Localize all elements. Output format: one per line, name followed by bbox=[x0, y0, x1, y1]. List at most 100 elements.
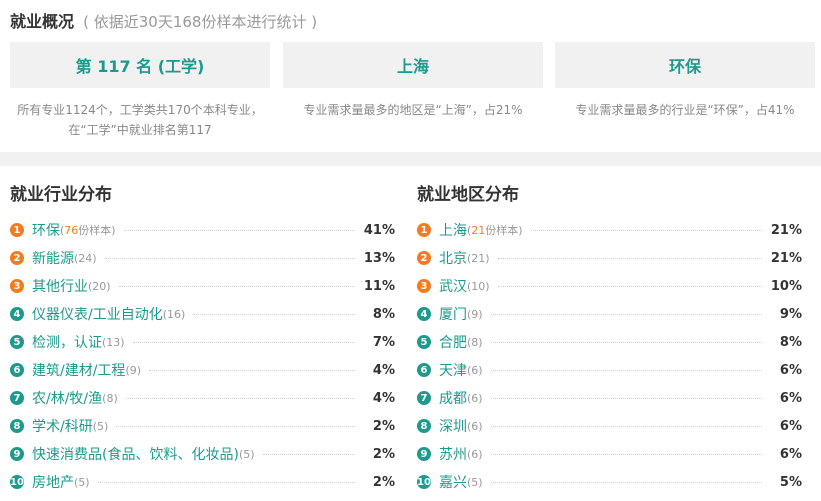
item-name-link[interactable]: 苏州 bbox=[439, 444, 467, 464]
sample-count: (10) bbox=[467, 279, 490, 293]
item-name-link[interactable]: 合肥 bbox=[439, 332, 467, 352]
rank-number-badge: 1 bbox=[417, 223, 431, 237]
rank-number-badge: 8 bbox=[417, 419, 431, 433]
list-item[interactable]: 5 合肥 (8) 8% bbox=[417, 328, 802, 356]
dotted-leader bbox=[132, 341, 355, 343]
item-name-link[interactable]: 学术/科研 bbox=[32, 416, 93, 436]
dotted-leader bbox=[118, 285, 355, 287]
dotted-leader bbox=[262, 453, 355, 455]
sample-count: (8) bbox=[467, 335, 483, 349]
list-item[interactable]: 4 仪器仪表/工业自动化 (16) 8% bbox=[10, 300, 395, 328]
percentage-value: 6% bbox=[779, 446, 802, 462]
dotted-leader bbox=[123, 229, 355, 231]
percentage-value: 11% bbox=[363, 278, 395, 294]
top-industry-description: 专业需求量最多的行业是“环保”，占41% bbox=[575, 103, 795, 117]
percentage-value: 2% bbox=[372, 446, 395, 462]
percentage-value: 2% bbox=[372, 418, 395, 434]
sample-count: (21份样本) bbox=[467, 224, 523, 237]
item-name-link[interactable]: 成都 bbox=[439, 388, 467, 408]
percentage-value: 6% bbox=[779, 390, 802, 406]
sample-count-value: 21 bbox=[471, 224, 486, 237]
percentage-value: 21% bbox=[770, 222, 802, 238]
list-item[interactable]: 6 天津 (6) 6% bbox=[417, 356, 802, 384]
item-name-link[interactable]: 厦门 bbox=[439, 304, 467, 324]
sample-count: (5) bbox=[238, 447, 255, 461]
section-divider bbox=[0, 152, 821, 166]
item-name-link[interactable]: 检测，认证 bbox=[32, 332, 102, 352]
dotted-leader bbox=[490, 341, 762, 343]
list-item[interactable]: 5 检测，认证 (13) 7% bbox=[10, 328, 395, 356]
list-item[interactable]: 3 武汉 (10) 10% bbox=[417, 272, 802, 300]
percentage-value: 10% bbox=[770, 278, 802, 294]
percentage-value: 8% bbox=[372, 306, 395, 322]
percentage-value: 6% bbox=[779, 362, 802, 378]
sample-count: (13) bbox=[102, 335, 125, 349]
list-item[interactable]: 2 新能源 (24) 13% bbox=[10, 244, 395, 272]
sample-count: (21) bbox=[467, 251, 490, 265]
sample-count-suffix: 份样本 bbox=[78, 224, 112, 237]
list-item[interactable]: 7 农/林/牧/渔 (8) 4% bbox=[10, 384, 395, 412]
top-region-card: 上海 bbox=[283, 42, 543, 88]
list-item[interactable]: 3 其他行业 (20) 11% bbox=[10, 272, 395, 300]
list-item[interactable]: 10 房地产 (5) 2% bbox=[10, 468, 395, 496]
rank-number-badge: 3 bbox=[417, 279, 431, 293]
item-name-link[interactable]: 嘉兴 bbox=[439, 472, 467, 492]
list-item[interactable]: 9 快速消费品(食品、饮料、化妆品) (5) 2% bbox=[10, 440, 395, 468]
dotted-leader bbox=[125, 397, 355, 399]
item-name-link[interactable]: 深圳 bbox=[439, 416, 467, 436]
overview-panel: 就业概况 ( 依据近30天168份样本进行统计 ) 第 117 名 (工学) 上… bbox=[0, 0, 821, 152]
list-item[interactable]: 1 环保 (76份样本) 41% bbox=[10, 216, 395, 244]
item-name-link[interactable]: 农/林/牧/渔 bbox=[32, 388, 102, 408]
rank-number-badge: 10 bbox=[417, 475, 431, 489]
list-item[interactable]: 8 深圳 (6) 6% bbox=[417, 412, 802, 440]
dotted-leader bbox=[490, 313, 762, 315]
item-name-link[interactable]: 仪器仪表/工业自动化 bbox=[32, 304, 163, 324]
list-item[interactable]: 7 成都 (6) 6% bbox=[417, 384, 802, 412]
rank-number-badge: 5 bbox=[10, 335, 24, 349]
percentage-value: 4% bbox=[372, 390, 395, 406]
dotted-leader bbox=[490, 453, 762, 455]
list-item[interactable]: 4 厦门 (9) 9% bbox=[417, 300, 802, 328]
region-title: 就业地区分布 bbox=[417, 185, 519, 205]
dotted-leader bbox=[490, 397, 762, 399]
dotted-leader bbox=[497, 257, 762, 259]
item-name-link[interactable]: 北京 bbox=[439, 248, 467, 268]
sample-count: (5) bbox=[467, 475, 483, 489]
overview-header: 就业概况 ( 依据近30天168份样本进行统计 ) bbox=[10, 8, 317, 32]
list-item[interactable]: 10 嘉兴 (5) 5% bbox=[417, 468, 802, 496]
item-name-link[interactable]: 上海 bbox=[439, 220, 467, 240]
item-name-link[interactable]: 武汉 bbox=[439, 276, 467, 296]
item-name-link[interactable]: 其他行业 bbox=[32, 276, 88, 296]
sample-count: (5) bbox=[92, 419, 109, 433]
item-name-link[interactable]: 房地产 bbox=[32, 472, 74, 492]
dotted-leader bbox=[490, 481, 762, 483]
overview-subtitle: ( 依据近30天168份样本进行统计 ) bbox=[83, 13, 318, 31]
item-name-link[interactable]: 天津 bbox=[439, 360, 467, 380]
item-name-link[interactable]: 环保 bbox=[32, 220, 60, 240]
rank-number-badge: 1 bbox=[10, 223, 24, 237]
item-name-link[interactable]: 建筑/建材/工程 bbox=[32, 360, 125, 380]
percentage-value: 8% bbox=[779, 334, 802, 350]
sample-count: (20) bbox=[88, 279, 111, 293]
region-list: 1 上海 (21份样本) 21% 2 北京 (21) 21% 3 武汉 (10) 10% 4 厦门 (9) 9… bbox=[417, 216, 802, 496]
percentage-value: 2% bbox=[372, 474, 395, 490]
rank-number-badge: 5 bbox=[417, 335, 431, 349]
item-name-link[interactable]: 快速消费品(食品、饮料、化妆品) bbox=[32, 444, 239, 464]
sample-count: (6) bbox=[467, 419, 483, 433]
top-industry-card: 环保 bbox=[555, 42, 815, 88]
sample-count: (5) bbox=[74, 475, 90, 489]
dotted-leader bbox=[149, 369, 355, 371]
list-item[interactable]: 6 建筑/建材/工程 (9) 4% bbox=[10, 356, 395, 384]
rank-number-badge: 6 bbox=[417, 363, 431, 377]
top-region-description: 专业需求量最多的地区是“上海”，占21% bbox=[303, 103, 523, 117]
list-item[interactable]: 9 苏州 (6) 6% bbox=[417, 440, 802, 468]
item-name-link[interactable]: 新能源 bbox=[32, 248, 74, 268]
list-item[interactable]: 2 北京 (21) 21% bbox=[417, 244, 802, 272]
list-item[interactable]: 1 上海 (21份样本) 21% bbox=[417, 216, 802, 244]
sample-count: (9) bbox=[467, 307, 483, 321]
rank-number-badge: 7 bbox=[417, 391, 431, 405]
dotted-leader bbox=[490, 369, 762, 371]
list-item[interactable]: 8 学术/科研 (5) 2% bbox=[10, 412, 395, 440]
rank-card: 第 117 名 (工学) bbox=[10, 42, 270, 88]
industry-title: 就业行业分布 bbox=[10, 185, 112, 205]
